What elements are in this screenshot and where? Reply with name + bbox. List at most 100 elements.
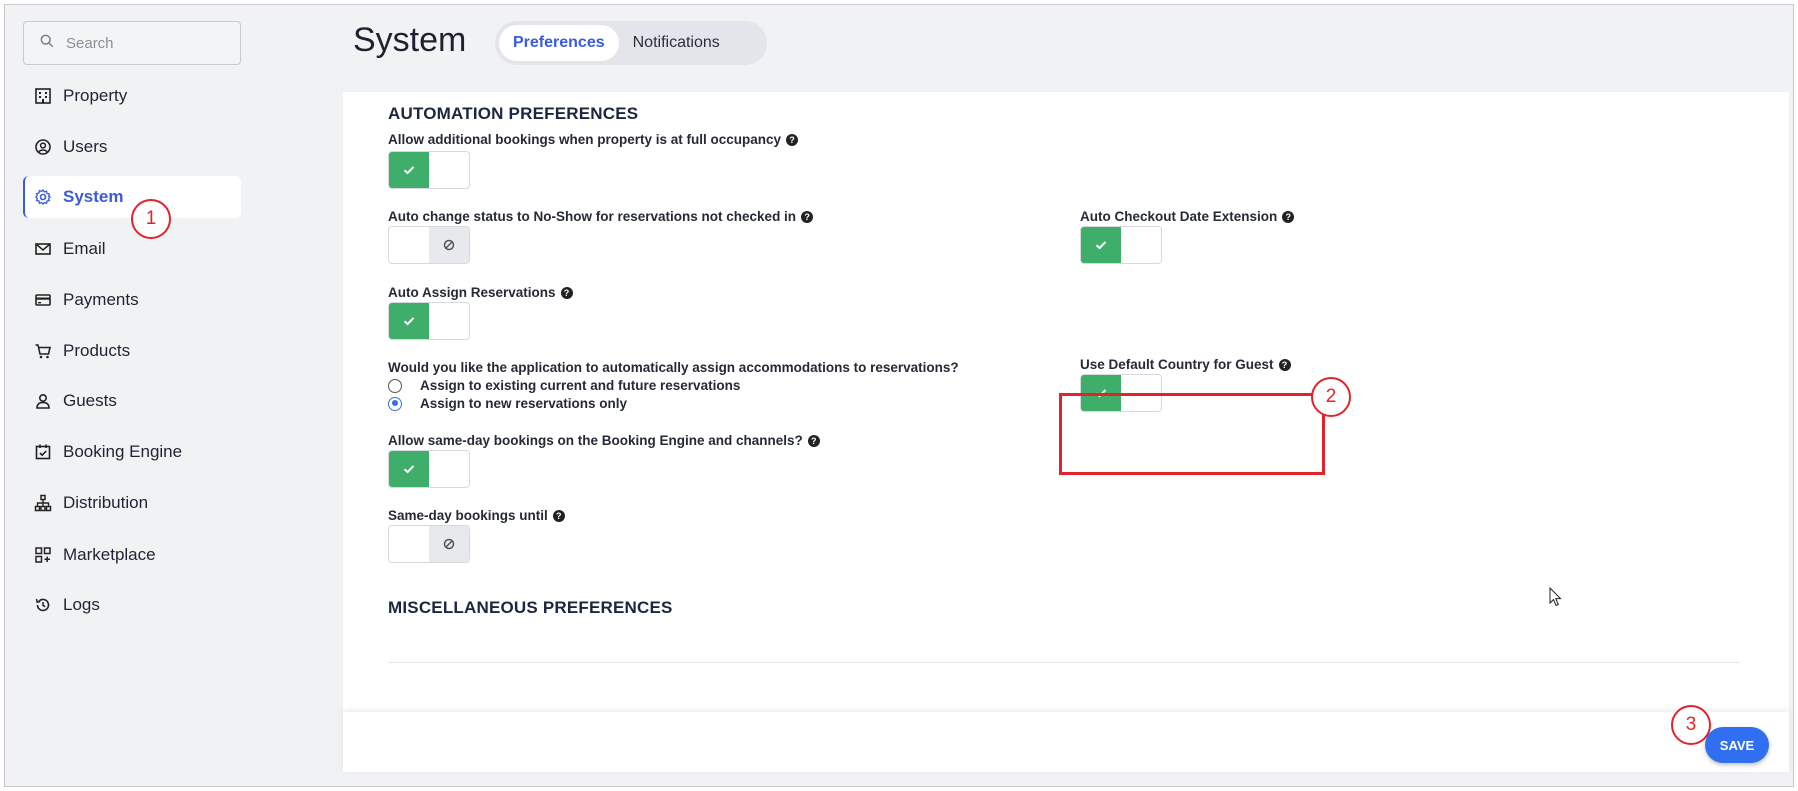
help-icon[interactable]: ? [1278, 358, 1291, 371]
search-input[interactable]: Search [23, 21, 241, 65]
building-icon [33, 86, 53, 106]
mail-icon [33, 239, 53, 259]
check-icon [403, 166, 415, 175]
toggle-off-half [429, 303, 469, 339]
toggle-off-half [429, 227, 469, 263]
annotation-2: 2 [1311, 377, 1351, 417]
sidebar-item-label: Products [63, 341, 131, 360]
setting-label-text: Auto Checkout Date Extension [1080, 209, 1278, 224]
toggle-on-half [389, 451, 429, 487]
auto-assign-toggle[interactable] [388, 302, 470, 340]
radio-assign-existing[interactable]: Assign to existing current and future re… [388, 378, 740, 393]
help-icon[interactable]: ? [552, 509, 565, 522]
setting-label-text: Allow same-day bookings on the Booking E… [388, 433, 803, 448]
ban-icon [443, 538, 455, 550]
sidebar-item-label: System [63, 187, 124, 206]
setting-label-text: Allow additional bookings when property … [388, 132, 782, 147]
app-window: Search Property Users System Email Payme… [4, 4, 1794, 787]
sidebar-item-distribution[interactable]: Distribution [23, 481, 241, 525]
radio-button[interactable] [388, 378, 402, 393]
setting-label: Auto Checkout Date Extension? [1080, 209, 1295, 224]
toggle-on-half [389, 303, 429, 339]
radio-button[interactable] [388, 396, 402, 411]
annotation-1: 1 [131, 199, 171, 239]
cart-icon [33, 341, 53, 361]
automation-section-title: AUTOMATION PREFERENCES [388, 104, 639, 123]
toggle-off-half [429, 451, 469, 487]
help-icon[interactable]: ? [1282, 210, 1295, 223]
misc-section-title: MISCELLANEOUS PREFERENCES [388, 598, 673, 617]
sidebar-item-guests[interactable]: Guests [23, 379, 241, 423]
sidebar-item-label: Marketplace [63, 545, 156, 564]
setting-label-text: Same-day bookings until [388, 508, 548, 523]
same-day-toggle[interactable] [388, 450, 470, 488]
allow-additional-toggle[interactable] [388, 151, 470, 189]
sidebar-item-label: Booking Engine [63, 442, 183, 461]
person-icon [33, 391, 53, 411]
highlight-box [1059, 393, 1325, 475]
check-icon [403, 317, 415, 326]
sidebar-item-label: Email [63, 239, 106, 258]
save-button[interactable]: SAVE [1705, 727, 1769, 763]
toggle-off-half [1121, 227, 1161, 263]
sidebar: Search Property Users System Email Payme… [5, 5, 335, 786]
help-icon[interactable]: ? [801, 210, 814, 223]
sidebar-item-label: Payments [63, 290, 139, 309]
sidebar-item-label: Users [63, 137, 108, 156]
sidebar-item-booking-engine[interactable]: Booking Engine [23, 430, 241, 474]
setting-label: Allow same-day bookings on the Booking E… [388, 433, 820, 448]
setting-label: Same-day bookings until? [388, 508, 565, 523]
help-icon[interactable]: ? [560, 286, 573, 299]
setting-label: Use Default Country for Guest? [1080, 357, 1291, 372]
page-title: System [353, 21, 467, 59]
setting-label: Auto change status to No-Show for reserv… [388, 209, 814, 224]
setting-label-text: Use Default Country for Guest [1080, 357, 1274, 372]
auto-checkout-toggle[interactable] [1080, 226, 1162, 264]
credit-card-icon [33, 290, 53, 310]
toggle-off-half [429, 152, 469, 188]
section-divider [388, 662, 1740, 663]
toggle-on-half [389, 227, 429, 263]
assign-question: Would you like the application to automa… [388, 360, 959, 375]
cursor-icon [1549, 587, 1562, 607]
help-icon[interactable]: ? [786, 133, 799, 146]
sidebar-item-products[interactable]: Products [23, 329, 241, 373]
check-icon [1095, 241, 1107, 250]
auto-noshow-toggle[interactable] [388, 226, 470, 264]
user-circle-icon [33, 137, 53, 157]
calendar-check-icon [33, 442, 53, 462]
history-icon [33, 595, 53, 615]
grid-plus-icon [33, 545, 53, 565]
setting-label-text: Auto Assign Reservations [388, 285, 556, 300]
sidebar-item-payments[interactable]: Payments [23, 278, 241, 322]
hierarchy-icon [33, 493, 53, 513]
sidebar-item-property[interactable]: Property [23, 74, 241, 118]
toggle-off-half [429, 526, 469, 562]
gear-icon [33, 187, 53, 207]
sidebar-item-users[interactable]: Users [23, 125, 241, 169]
check-icon [403, 465, 415, 474]
same-day-until-toggle[interactable] [388, 525, 470, 563]
tab-notifications[interactable]: Notifications [619, 25, 734, 61]
setting-label: Allow additional bookings when property … [388, 132, 799, 147]
help-icon[interactable]: ? [807, 434, 820, 447]
toggle-on-half [1081, 227, 1121, 263]
radio-label: Assign to new reservations only [420, 396, 628, 411]
sidebar-item-label: Logs [63, 595, 100, 614]
search-placeholder: Search [66, 34, 114, 52]
radio-assign-new[interactable]: Assign to new reservations only [388, 396, 627, 411]
setting-label-text: Auto change status to No-Show for reserv… [388, 209, 797, 224]
sidebar-item-email[interactable]: Email [23, 227, 241, 271]
tab-bar: Preferences Notifications [495, 21, 767, 65]
toggle-on-half [389, 152, 429, 188]
toggle-on-half [389, 526, 429, 562]
footer-bar [343, 712, 1789, 772]
sidebar-item-label: Property [63, 86, 128, 105]
setting-label: Auto Assign Reservations? [388, 285, 573, 300]
ban-icon [443, 239, 455, 251]
tab-preferences[interactable]: Preferences [499, 25, 619, 61]
sidebar-item-marketplace[interactable]: Marketplace [23, 533, 241, 577]
sidebar-item-logs[interactable]: Logs [23, 583, 241, 627]
sidebar-item-label: Distribution [63, 493, 149, 512]
search-icon [40, 34, 54, 53]
